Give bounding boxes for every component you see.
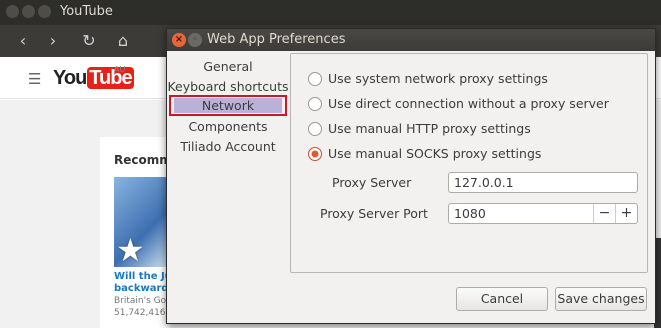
video-thumbnail[interactable]: ★ — [114, 177, 170, 269]
forward-icon[interactable]: › — [38, 25, 68, 57]
save-changes-button[interactable]: Save changes — [555, 287, 647, 311]
decrement-button[interactable]: − — [593, 204, 615, 223]
sidebar-item-network[interactable]: Network — [169, 95, 287, 116]
proxy-port-label: Proxy Server Port — [320, 206, 428, 221]
sidebar-item-keyboard-shortcuts[interactable]: Keyboard shortcuts — [167, 77, 289, 97]
proxy-port-stepper[interactable]: 1080 − + — [448, 203, 638, 224]
minimize-icon[interactable]: ◦ — [188, 33, 202, 47]
proxy-server-input[interactable]: 127.0.0.1 — [448, 172, 638, 193]
sidebar-item-components[interactable]: Components — [167, 117, 289, 137]
radio-button[interactable] — [308, 122, 322, 136]
region-label: AU — [114, 65, 126, 74]
proxy-port-value: 1080 — [454, 206, 486, 221]
increment-button[interactable]: + — [615, 204, 637, 223]
sidebar-item-label: Network — [201, 98, 255, 113]
close-icon[interactable]: × — [172, 33, 186, 47]
browser-titlebar: YouTube — [0, 0, 661, 25]
cancel-button[interactable]: Cancel — [456, 287, 548, 311]
radio-button-checked[interactable] — [308, 147, 322, 161]
preferences-sidebar: General Keyboard shortcuts Network Compo… — [167, 51, 289, 325]
recommended-card: Recomm ★ Will the Ju backwards Britain's … — [100, 137, 175, 328]
proxy-server-label: Proxy Server — [332, 175, 412, 190]
home-icon[interactable]: ⌂ — [108, 25, 138, 57]
video-views: 51,742,416 v — [114, 308, 174, 318]
star-icon: ★ — [116, 231, 145, 269]
radio-button[interactable] — [308, 97, 322, 111]
recommended-heading: Recomm — [114, 153, 172, 167]
reload-icon[interactable]: ↻ — [74, 25, 104, 57]
sidebar-item-tiliado-account[interactable]: Tiliado Account — [167, 137, 289, 157]
network-settings-panel: Use system network proxy settings Use di… — [290, 53, 648, 273]
dialog-title: Web App Preferences — [207, 32, 346, 47]
browser-window-title: YouTube — [60, 4, 113, 19]
radio-button[interactable] — [308, 72, 322, 86]
sidebar-item-general[interactable]: General — [167, 57, 289, 77]
preferences-dialog: × ◦ Web App Preferences General Keyboard… — [166, 28, 656, 324]
video-channel[interactable]: Britain's Go — [114, 296, 166, 306]
dialog-titlebar: × ◦ Web App Preferences — [167, 29, 655, 51]
hamburger-menu-icon[interactable]: ☰ — [28, 70, 41, 88]
minimize-window-button[interactable] — [22, 5, 35, 18]
back-icon[interactable]: ‹ — [8, 25, 38, 57]
close-window-button[interactable] — [6, 5, 19, 18]
maximize-window-button[interactable] — [38, 5, 51, 18]
